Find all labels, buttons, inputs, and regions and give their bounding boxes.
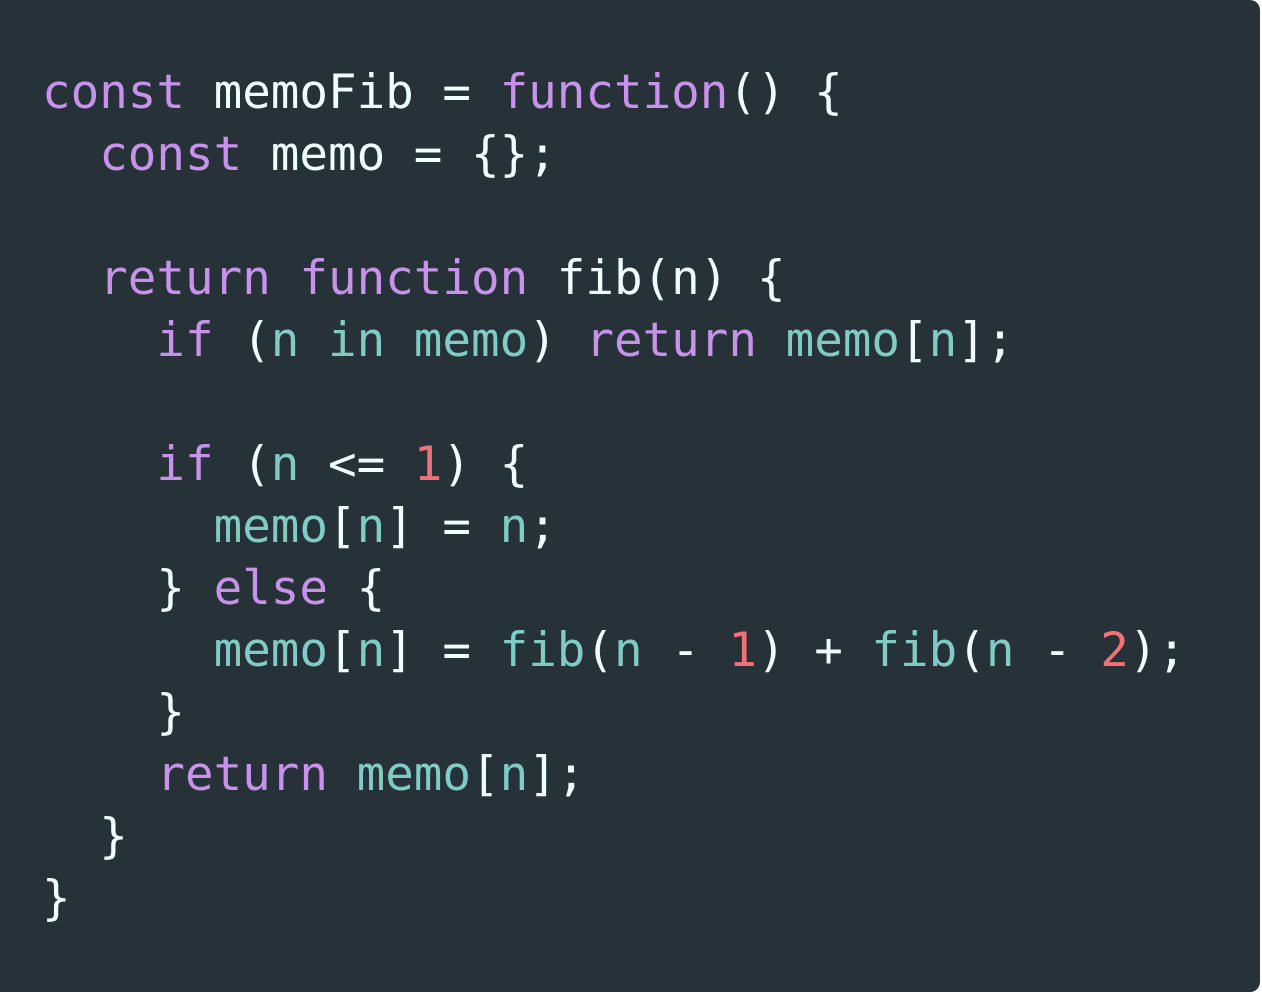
code-token-keyword: function [299, 251, 529, 306]
code-token-identifier: memo [213, 623, 328, 678]
code-token-keyword: return [156, 747, 328, 802]
code-token-identifier: n [356, 499, 386, 554]
code-token-plain: } [42, 871, 71, 926]
code-token-plain: <= [299, 437, 414, 492]
code-token-plain: ]; [528, 747, 586, 802]
code-line: if (n in memo) return memo[n]; [42, 310, 1260, 372]
code-token-identifier: n [270, 437, 300, 492]
code-line: const memoFib = function() { [42, 62, 1260, 124]
code-token-plain: ) { [442, 437, 529, 492]
code-token-identifier: n [985, 623, 1015, 678]
code-token-keyword: function [499, 65, 729, 120]
code-token-plain: } [42, 685, 185, 740]
code-token-plain: } [42, 809, 128, 864]
code-token-plain: [ [470, 747, 500, 802]
code-token-plain: - [642, 623, 729, 678]
code-token-plain: ( [957, 623, 986, 678]
code-line: const memo = {}; [42, 124, 1260, 186]
code-token-keyword: if [156, 313, 214, 368]
code-token-number: 1 [413, 437, 443, 492]
code-line: return memo[n]; [42, 744, 1260, 806]
code-token-identifier: n [499, 747, 529, 802]
code-token-identifier: fib [499, 623, 586, 678]
code-token-plain: fib(n) { [528, 251, 786, 306]
code-token-keyword: const [99, 127, 243, 182]
code-token-number: 2 [1100, 623, 1129, 678]
code-token-identifier: fib [871, 623, 958, 678]
code-token-plain: memo = {}; [242, 127, 557, 182]
code-token-identifier: memo [356, 747, 471, 802]
code-token-identifier: n [356, 623, 386, 678]
code-token-identifier: memo [213, 499, 328, 554]
code-line: memo[n] = fib(n - 1) + fib(n - 2); [42, 620, 1260, 682]
code-token-plain: - [1014, 623, 1101, 678]
code-token-plain: () { [728, 65, 843, 120]
code-line: if (n <= 1) { [42, 434, 1260, 496]
code-token-identifier: n in memo [270, 313, 529, 368]
code-token-plain: ] = [385, 499, 500, 554]
code-token-keyword: if [156, 437, 214, 492]
code-token-plain: ( [213, 437, 271, 492]
code-token-plain: [ [899, 313, 929, 368]
code-token-plain: ]; [957, 313, 1015, 368]
code-line: } [42, 868, 1260, 930]
code-token-plain: ; [528, 499, 557, 554]
code-token-plain: { [327, 561, 386, 616]
code-token-plain: ); [1128, 623, 1187, 678]
code-line: } [42, 682, 1260, 744]
code-token-identifier: n [928, 313, 958, 368]
code-token-plain: [ [327, 623, 357, 678]
code-line: } [42, 806, 1260, 868]
code-token-number: 1 [728, 623, 758, 678]
code-token-keyword: const [42, 65, 185, 120]
code-token-plain: ( [585, 623, 614, 678]
code-token-keyword: return [99, 251, 271, 306]
code-line: memo[n] = n; [42, 496, 1260, 558]
code-token-plain: memoFib = [185, 65, 500, 120]
code-token-plain: } [42, 561, 214, 616]
code-token-plain: ) + [757, 623, 872, 678]
code-editor-panel: const memoFib = function() { const memo … [0, 0, 1260, 992]
code-token-plain: ] = [385, 623, 500, 678]
code-line: } else { [42, 558, 1260, 620]
code-token-identifier: n [499, 499, 529, 554]
code-token-keyword: return [585, 313, 757, 368]
code-token-identifier: n [614, 623, 643, 678]
code-token-plain: ( [213, 313, 271, 368]
code-token-keyword: else [213, 561, 328, 616]
code-line: return function fib(n) { [42, 248, 1260, 310]
code-token-plain: ) [528, 313, 586, 368]
code-block[interactable]: const memoFib = function() { const memo … [42, 62, 1260, 930]
code-token-identifier: memo [785, 313, 900, 368]
code-token-plain: [ [327, 499, 357, 554]
